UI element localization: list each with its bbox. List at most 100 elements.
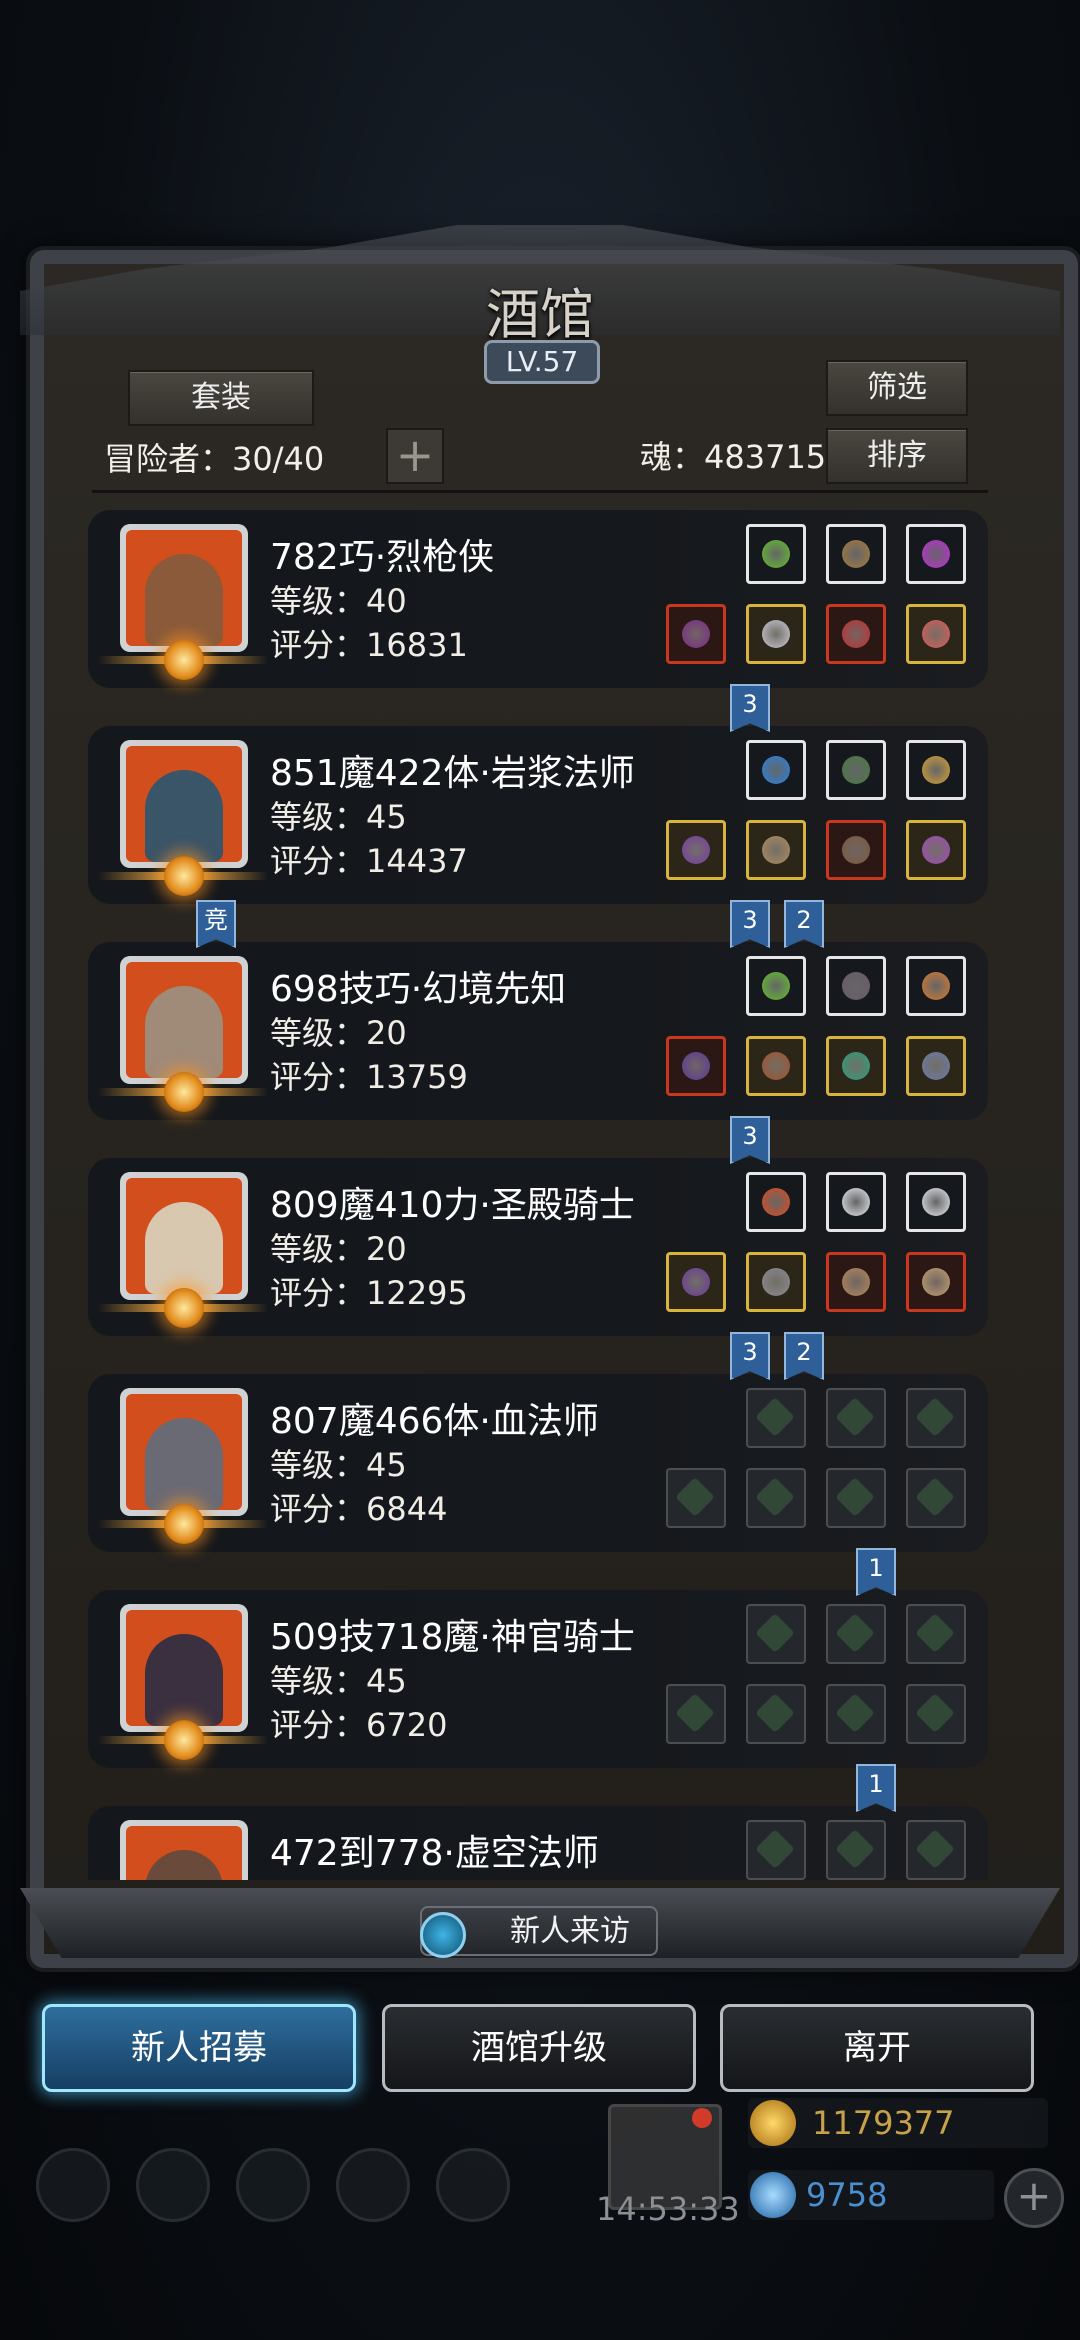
hero-row[interactable]: 509技718魔·神官骑士 等级：45 评分：6720 bbox=[88, 1590, 988, 1768]
equipment-icon bbox=[915, 1477, 955, 1517]
hero-portrait[interactable] bbox=[120, 1604, 248, 1732]
gear-slot[interactable] bbox=[826, 1172, 886, 1232]
gear-slot[interactable] bbox=[826, 604, 886, 664]
rank-emblem-icon bbox=[164, 856, 204, 896]
gear-slot[interactable] bbox=[666, 604, 726, 664]
equipment-icon bbox=[755, 1693, 795, 1733]
hero-row[interactable]: 472到778·虚空法师 bbox=[88, 1806, 988, 1880]
leave-button[interactable]: 离开 bbox=[720, 2004, 1034, 2092]
gear-slot[interactable] bbox=[826, 740, 886, 800]
hero-row[interactable]: 851魔422体·岩浆法师 等级：45 评分：14437 bbox=[88, 726, 988, 904]
hero-row[interactable]: 698技巧·幻境先知 等级：20 评分：13759 bbox=[88, 942, 988, 1120]
gear-slot[interactable] bbox=[666, 1252, 726, 1312]
gear-slot[interactable] bbox=[906, 1036, 966, 1096]
rank-emblem-icon bbox=[164, 640, 204, 680]
gear-slot[interactable] bbox=[906, 1252, 966, 1312]
suit-button[interactable]: 套装 bbox=[128, 370, 314, 426]
recruit-button[interactable]: 新人招募 bbox=[42, 2004, 356, 2092]
gear-slot[interactable] bbox=[746, 820, 806, 880]
equipment-icon bbox=[842, 972, 870, 1000]
hero-portrait[interactable] bbox=[120, 1172, 248, 1300]
scroll-icon[interactable] bbox=[436, 2148, 510, 2222]
gear-slot[interactable] bbox=[906, 820, 966, 880]
equipment-icon bbox=[682, 836, 710, 864]
empty-gear-slot[interactable] bbox=[746, 1604, 806, 1664]
empty-gear-slot[interactable] bbox=[746, 1388, 806, 1448]
rank-emblem-icon bbox=[164, 1072, 204, 1112]
empty-gear-slot[interactable] bbox=[826, 1388, 886, 1448]
empty-gear-slot[interactable] bbox=[746, 1820, 806, 1880]
hero-portrait[interactable] bbox=[120, 956, 248, 1084]
visitor-clock-icon bbox=[420, 1912, 466, 1958]
gear-slot[interactable] bbox=[826, 524, 886, 584]
empty-gear-slot[interactable] bbox=[666, 1684, 726, 1744]
gear-slot[interactable] bbox=[746, 604, 806, 664]
gear-slot[interactable] bbox=[906, 1172, 966, 1232]
shield-icon[interactable] bbox=[136, 2148, 210, 2222]
set-bonus-tag: 3 bbox=[730, 1332, 770, 1380]
empty-gear-slot[interactable] bbox=[906, 1604, 966, 1664]
gear-slot[interactable] bbox=[826, 956, 886, 1016]
gear-slot[interactable] bbox=[906, 604, 966, 664]
gear-slot[interactable] bbox=[746, 524, 806, 584]
set-bonus-tag: 3 bbox=[730, 684, 770, 732]
plus-icon: + bbox=[395, 428, 435, 482]
empty-gear-slot[interactable] bbox=[906, 1388, 966, 1448]
hero-portrait[interactable] bbox=[120, 524, 248, 652]
gear-slot[interactable] bbox=[666, 1036, 726, 1096]
empty-gear-slot[interactable] bbox=[826, 1820, 886, 1880]
empty-gear-slot[interactable] bbox=[826, 1468, 886, 1528]
gear-slot[interactable] bbox=[826, 1252, 886, 1312]
empty-gear-slot[interactable] bbox=[826, 1684, 886, 1744]
settings-icon[interactable] bbox=[36, 2148, 110, 2222]
hero-row[interactable]: 782巧·烈枪侠 等级：40 评分：16831 bbox=[88, 510, 988, 688]
gear-slot[interactable] bbox=[746, 740, 806, 800]
empty-gear-slot[interactable] bbox=[666, 1468, 726, 1528]
hero-face bbox=[145, 554, 223, 646]
empty-gear-slot[interactable] bbox=[746, 1684, 806, 1744]
hero-score: 评分：6720 bbox=[270, 1706, 448, 1744]
hero-portrait[interactable] bbox=[120, 1820, 248, 1880]
equipment-icon bbox=[835, 1693, 875, 1733]
hero-face bbox=[145, 1202, 223, 1294]
filter-button[interactable]: 筛选 bbox=[826, 360, 968, 416]
set-bonus-tag: 竞 bbox=[196, 900, 236, 948]
hero-portrait[interactable] bbox=[120, 740, 248, 868]
portrait-frame bbox=[126, 530, 242, 646]
equipment-icon bbox=[842, 1268, 870, 1296]
empty-gear-slot[interactable] bbox=[906, 1684, 966, 1744]
hero-portrait[interactable] bbox=[120, 1388, 248, 1516]
equipment-icon bbox=[915, 1397, 955, 1437]
empty-gear-slot[interactable] bbox=[906, 1820, 966, 1880]
gear-slot[interactable] bbox=[746, 1172, 806, 1232]
empty-gear-slot[interactable] bbox=[746, 1468, 806, 1528]
gear-slot[interactable] bbox=[826, 820, 886, 880]
equipment-icon bbox=[922, 620, 950, 648]
mail-icon[interactable] bbox=[336, 2148, 410, 2222]
portrait-frame bbox=[126, 746, 242, 862]
empty-gear-slot[interactable] bbox=[826, 1604, 886, 1664]
hero-level: 等级：45 bbox=[270, 798, 407, 836]
equipment-icon bbox=[842, 1052, 870, 1080]
hero-score: 评分：12295 bbox=[270, 1274, 468, 1312]
hero-row[interactable]: 807魔466体·血法师 等级：45 评分：6844 bbox=[88, 1374, 988, 1552]
gear-slot[interactable] bbox=[906, 740, 966, 800]
gear-slot[interactable] bbox=[906, 524, 966, 584]
castle-icon[interactable] bbox=[236, 2148, 310, 2222]
equipment-icon bbox=[835, 1477, 875, 1517]
equipment-icon bbox=[835, 1397, 875, 1437]
tavern-upgrade-button[interactable]: 酒馆升级 bbox=[382, 2004, 696, 2092]
gear-slot[interactable] bbox=[666, 820, 726, 880]
hero-row[interactable]: 809魔410力·圣殿骑士 等级：20 评分：12295 bbox=[88, 1158, 988, 1336]
gear-slot[interactable] bbox=[746, 956, 806, 1016]
hero-list[interactable]: 782巧·烈枪侠 等级：40 评分：16831 851魔422体·岩浆法师 等级：45 评… bbox=[88, 510, 988, 1880]
gear-slot[interactable] bbox=[746, 1252, 806, 1312]
level-badge: LV.57 bbox=[484, 340, 600, 384]
empty-gear-slot[interactable] bbox=[906, 1468, 966, 1528]
gear-slot[interactable] bbox=[826, 1036, 886, 1096]
sort-button[interactable]: 排序 bbox=[826, 428, 968, 484]
add-adventurer-button[interactable]: + bbox=[386, 428, 444, 484]
gear-slot[interactable] bbox=[906, 956, 966, 1016]
add-currency-button[interactable]: + bbox=[1004, 2168, 1064, 2228]
gear-slot[interactable] bbox=[746, 1036, 806, 1096]
